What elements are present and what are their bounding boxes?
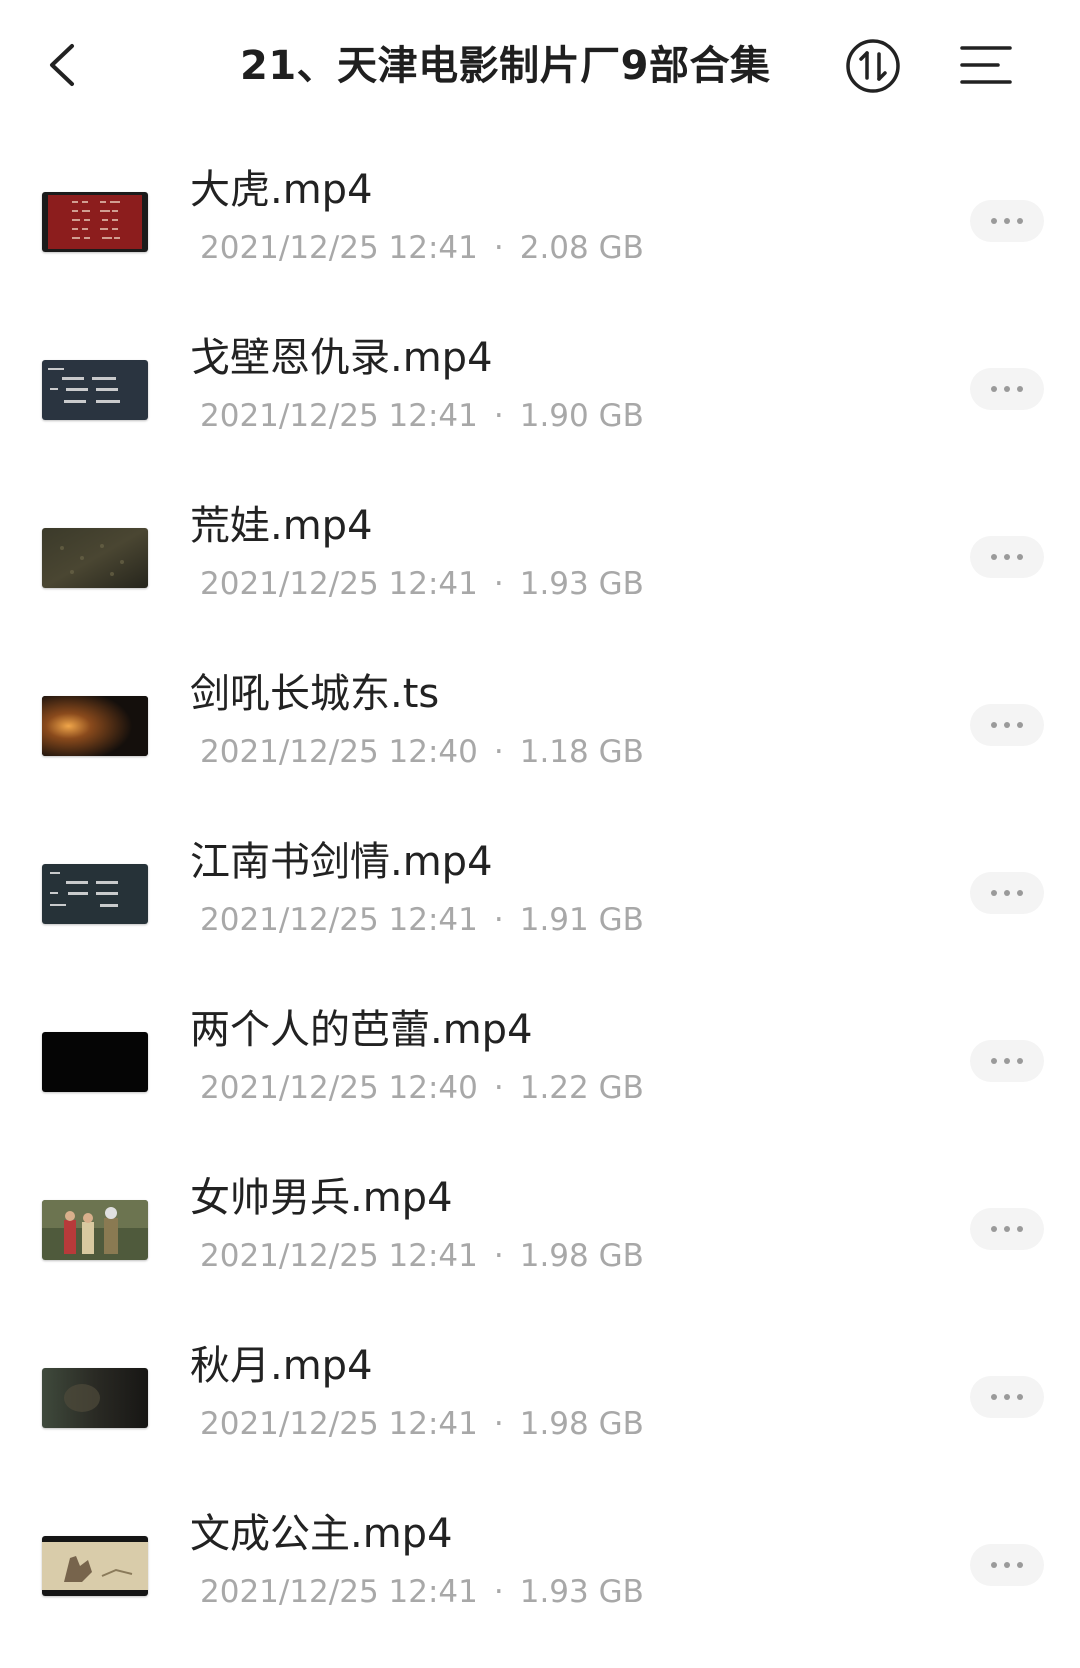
file-date: 2021/12/25 12:41 [200, 566, 478, 602]
file-list: 大虎.mp4 2021/12/25 12:41 · 2.08 GB 戈壁恩仇录.mp… [0, 140, 1080, 1652]
video-thumbnail [42, 1200, 148, 1260]
more-options-button[interactable] [970, 368, 1044, 410]
video-thumbnail [42, 360, 148, 420]
top-bar: 21、天津电影制片厂9部合集 [0, 0, 1080, 130]
file-meta: 2021/12/25 12:41 · 1.90 GB [200, 394, 644, 438]
file-size: 1.93 GB [519, 1574, 644, 1610]
more-dots-icon [991, 386, 997, 392]
more-dots-icon [991, 890, 997, 896]
file-date: 2021/12/25 12:40 [200, 1070, 478, 1106]
more-options-button[interactable] [970, 704, 1044, 746]
separator-dot: · [493, 1406, 504, 1442]
more-options-button[interactable] [970, 1544, 1044, 1586]
file-name: 江南书剑情.mp4 [190, 839, 493, 885]
back-button[interactable] [32, 30, 92, 100]
file-date: 2021/12/25 12:41 [200, 398, 478, 434]
file-size: 2.08 GB [519, 230, 644, 266]
file-name: 戈壁恩仇录.mp4 [190, 335, 493, 381]
file-row[interactable]: 江南书剑情.mp4 2021/12/25 12:41 · 1.91 GB [0, 812, 1080, 980]
chevron-left-icon [50, 44, 74, 86]
file-size: 1.90 GB [519, 398, 644, 434]
file-row[interactable]: 剑吼长城东.ts 2021/12/25 12:40 · 1.18 GB [0, 644, 1080, 812]
file-date: 2021/12/25 12:41 [200, 1574, 478, 1610]
more-dots-icon [991, 1058, 997, 1064]
file-size: 1.18 GB [519, 734, 644, 770]
separator-dot: · [493, 734, 504, 770]
separator-dot: · [493, 230, 504, 266]
file-date: 2021/12/25 12:41 [200, 1238, 478, 1274]
file-date: 2021/12/25 12:41 [200, 1406, 478, 1442]
file-name: 剑吼长城东.ts [190, 671, 440, 717]
sort-button[interactable] [843, 36, 903, 96]
video-thumbnail [42, 192, 148, 252]
file-meta: 2021/12/25 12:41 · 1.98 GB [200, 1402, 644, 1446]
file-row[interactable]: 两个人的芭蕾.mp4 2021/12/25 12:40 · 1.22 GB [0, 980, 1080, 1148]
separator-dot: · [493, 1238, 504, 1274]
file-name: 两个人的芭蕾.mp4 [190, 1007, 533, 1053]
file-date: 2021/12/25 12:41 [200, 230, 478, 266]
more-dots-icon [991, 218, 997, 224]
file-size: 1.91 GB [519, 902, 644, 938]
separator-dot: · [493, 1070, 504, 1106]
file-meta: 2021/12/25 12:40 · 1.18 GB [200, 730, 644, 774]
file-row[interactable]: 荒娃.mp4 2021/12/25 12:41 · 1.93 GB [0, 476, 1080, 644]
file-date: 2021/12/25 12:40 [200, 734, 478, 770]
file-meta: 2021/12/25 12:41 · 1.91 GB [200, 898, 644, 942]
file-name: 荒娃.mp4 [190, 503, 373, 549]
file-meta: 2021/12/25 12:41 · 1.98 GB [200, 1234, 644, 1278]
file-size: 1.93 GB [519, 566, 644, 602]
more-options-button[interactable] [970, 872, 1044, 914]
file-meta: 2021/12/25 12:41 · 1.93 GB [200, 1570, 644, 1614]
more-dots-icon [991, 1226, 997, 1232]
sort-arrows-icon [846, 39, 900, 93]
video-thumbnail [42, 528, 148, 588]
more-dots-icon [991, 1394, 997, 1400]
video-thumbnail [42, 696, 148, 756]
more-options-button[interactable] [970, 1376, 1044, 1418]
video-thumbnail [42, 864, 148, 924]
more-options-button[interactable] [970, 1040, 1044, 1082]
separator-dot: · [493, 902, 504, 938]
more-options-button[interactable] [970, 536, 1044, 578]
file-meta: 2021/12/25 12:41 · 1.93 GB [200, 562, 644, 606]
more-dots-icon [991, 1562, 997, 1568]
file-row[interactable]: 文成公主.mp4 2021/12/25 12:41 · 1.93 GB [0, 1484, 1080, 1652]
file-row[interactable]: 大虎.mp4 2021/12/25 12:41 · 2.08 GB [0, 140, 1080, 308]
file-row[interactable]: 秋月.mp4 2021/12/25 12:41 · 1.98 GB [0, 1316, 1080, 1484]
file-name: 秋月.mp4 [190, 1343, 373, 1389]
separator-dot: · [493, 566, 504, 602]
file-name: 文成公主.mp4 [190, 1511, 453, 1557]
file-size: 1.98 GB [519, 1238, 644, 1274]
menu-lines-icon [960, 46, 1012, 84]
video-thumbnail [42, 1032, 148, 1092]
page-title: 21、天津电影制片厂9部合集 [240, 43, 771, 89]
more-options-button[interactable] [970, 1208, 1044, 1250]
file-meta: 2021/12/25 12:40 · 1.22 GB [200, 1066, 644, 1110]
more-dots-icon [991, 722, 997, 728]
file-row[interactable]: 戈壁恩仇录.mp4 2021/12/25 12:41 · 1.90 GB [0, 308, 1080, 476]
file-size: 1.22 GB [519, 1070, 644, 1106]
file-name: 女帅男兵.mp4 [190, 1175, 453, 1221]
file-row[interactable]: 女帅男兵.mp4 2021/12/25 12:41 · 1.98 GB [0, 1148, 1080, 1316]
more-dots-icon [991, 554, 997, 560]
separator-dot: · [493, 1574, 504, 1610]
video-thumbnail [42, 1368, 148, 1428]
file-date: 2021/12/25 12:41 [200, 902, 478, 938]
more-options-button[interactable] [970, 200, 1044, 242]
file-meta: 2021/12/25 12:41 · 2.08 GB [200, 226, 644, 270]
separator-dot: · [493, 398, 504, 434]
file-name: 大虎.mp4 [190, 167, 373, 213]
menu-button[interactable] [958, 40, 1014, 90]
video-thumbnail [42, 1536, 148, 1596]
file-size: 1.98 GB [519, 1406, 644, 1442]
